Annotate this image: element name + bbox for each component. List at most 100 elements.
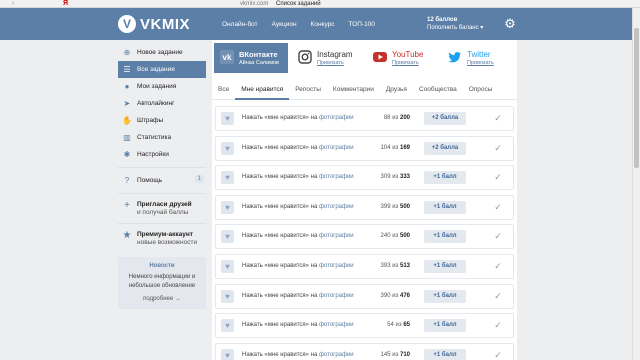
task-row[interactable]: ♥ Нажать «мне нравится» на фотографии 399 … xyxy=(215,194,514,220)
address-bar[interactable]: vkmix.com Список заданий xyxy=(240,0,321,8)
task-reward-button[interactable]: +1 балл xyxy=(424,319,466,333)
sidebar-item-all-tasks[interactable]: ☰ Все задания xyxy=(118,61,206,78)
task-row[interactable]: ♥ Нажать «мне нравится» на фотографии 54 и… xyxy=(215,313,514,339)
check-icon[interactable]: ✓ xyxy=(492,260,504,273)
task-progress: 240 из 500 xyxy=(366,233,410,239)
nav-auction[interactable]: Аукцион xyxy=(272,21,297,28)
task-type-tabs: Все Мне нравится Репосты Комментарии Дру… xyxy=(212,80,517,100)
task-row[interactable]: ♥ Нажать «мне нравится» на фотографии 309 … xyxy=(215,165,514,191)
check-icon[interactable]: ✓ xyxy=(492,201,504,214)
task-target-link[interactable]: фотографии xyxy=(319,352,354,358)
page-scrollbar[interactable] xyxy=(632,8,640,360)
check-icon[interactable]: ✓ xyxy=(492,230,504,243)
task-target-link[interactable]: фотографии xyxy=(319,204,354,210)
sidebar-item-autolike[interactable]: ➤ Автолайкинг xyxy=(118,95,206,112)
service-instagram-link[interactable]: Привязать xyxy=(317,60,344,66)
task-action: Нажать «мне нравится» на xyxy=(242,203,318,210)
sidebar-item-help[interactable]: ? Помощь 1 xyxy=(118,172,206,189)
sidebar-invite-friends[interactable]: + Пригласи друзей и получай баллы xyxy=(118,198,206,219)
sidebar-premium[interactable]: ★ Премиум-аккаунт новые возможности xyxy=(118,228,206,249)
task-row[interactable]: ♥ Нажать «мне нравится» на фотографии 88 и… xyxy=(215,106,514,131)
task-reward-button[interactable]: +1 балл xyxy=(424,289,466,303)
news-title[interactable]: Новости xyxy=(122,262,202,271)
task-action: Нажать «мне нравится» на xyxy=(242,144,318,151)
check-icon[interactable]: ✓ xyxy=(492,112,504,125)
nav-online-bot[interactable]: Онлайн-бот xyxy=(222,21,258,28)
gear-icon[interactable]: ⚙ xyxy=(502,16,518,32)
task-progress: 393 из 513 xyxy=(366,263,410,269)
task-reward-button[interactable]: +1 балл xyxy=(424,200,466,214)
scrollbar-thumb[interactable] xyxy=(634,28,639,168)
task-action: Нажать «мне нравится» на xyxy=(242,262,318,269)
news-text: Немного информации и небольшое обновлени… xyxy=(128,274,196,289)
service-twitter[interactable]: Twitter Привязать xyxy=(442,43,512,73)
task-target-link[interactable]: фотографии xyxy=(319,293,354,299)
service-switcher: vk ВКонтакте Айназ Салимов Instagram При… xyxy=(212,40,517,76)
task-reward-button[interactable]: +1 балл xyxy=(424,230,466,244)
task-target-link[interactable]: фотографии xyxy=(319,263,354,269)
invite-subtitle: и получай баллы xyxy=(137,209,189,216)
logo[interactable]: V VKMIX xyxy=(118,14,190,34)
task-row[interactable]: ♥ Нажать «мне нравится» на фотографии 240 … xyxy=(215,224,514,250)
task-reward-button[interactable]: +1 балл xyxy=(424,171,466,185)
youtube-icon xyxy=(373,52,387,62)
tab-all[interactable]: Все xyxy=(212,80,235,100)
check-icon[interactable]: ✓ xyxy=(492,319,504,332)
task-total-count: 65 xyxy=(403,322,410,329)
task-row[interactable]: ♥ Нажать «мне нравится» на фотографии 104 … xyxy=(215,135,514,161)
task-row[interactable]: ♥ Нажать «мне нравится» на фотографии 393 … xyxy=(215,253,514,279)
news-box: Новости Немного информации и небольшое о… xyxy=(118,257,206,309)
sidebar-item-statistics[interactable]: ▥ Статистика xyxy=(118,129,206,146)
task-reward-button[interactable]: +2 балла xyxy=(424,141,466,155)
back-icon[interactable]: ‹ xyxy=(12,0,14,8)
instagram-icon xyxy=(298,50,312,64)
service-vk[interactable]: vk ВКонтакте Айназ Салимов xyxy=(214,43,288,73)
news-more-link[interactable]: подробнее → xyxy=(122,295,202,304)
service-twitter-link[interactable]: Привязать xyxy=(467,60,494,66)
check-icon[interactable]: ✓ xyxy=(492,142,504,155)
twitter-bird-icon xyxy=(448,52,461,63)
task-row[interactable]: ♥ Нажать «мне нравится» на фотографии 390 … xyxy=(215,283,514,309)
task-target-link[interactable]: фотографии xyxy=(319,115,354,121)
service-youtube[interactable]: YouTube Привязать xyxy=(367,43,437,73)
task-reward-button[interactable]: +1 балл xyxy=(424,259,466,273)
task-total-count: 476 xyxy=(399,292,410,299)
task-of-label: из xyxy=(392,233,399,240)
tab-polls[interactable]: Опросы xyxy=(463,80,499,100)
task-target-link[interactable]: фотографии xyxy=(319,233,354,239)
sidebar-item-label: Штрафы xyxy=(137,117,164,124)
service-instagram[interactable]: Instagram Привязать xyxy=(292,43,364,73)
check-icon[interactable]: ✓ xyxy=(492,349,504,360)
nav-top100[interactable]: ТОП-100 xyxy=(349,21,375,28)
heart-icon: ♥ xyxy=(221,348,234,360)
sidebar-item-my-tasks[interactable]: ● Мои задания xyxy=(118,78,206,95)
balance-topup-link[interactable]: Пополнить баланс ▾ xyxy=(427,24,483,32)
task-target-link[interactable]: фотографии xyxy=(319,322,354,328)
yandex-icon[interactable]: Я xyxy=(63,0,68,8)
tab-communities[interactable]: Сообщества xyxy=(413,80,463,100)
tab-reposts[interactable]: Репосты xyxy=(289,80,327,100)
sidebar-item-new-task[interactable]: ⊕ Новое задание xyxy=(118,44,206,61)
sidebar-item-penalties[interactable]: ✋ Штрафы xyxy=(118,112,206,129)
task-target-link[interactable]: фотографии xyxy=(319,174,354,180)
task-reward-button[interactable]: +1 балл xyxy=(424,348,466,360)
balance-widget[interactable]: 12 баллов Пополнить баланс ▾ xyxy=(427,16,483,32)
task-reward-button[interactable]: +2 балла xyxy=(424,112,466,125)
task-done-count: 399 xyxy=(380,203,391,210)
task-progress: 104 из 169 xyxy=(366,145,410,151)
sidebar-divider xyxy=(118,193,206,194)
tab-friends[interactable]: Друзья xyxy=(380,80,413,100)
check-icon[interactable]: ✓ xyxy=(492,171,504,184)
task-row[interactable]: ♥ Нажать «мне нравится» на фотографии 145 … xyxy=(215,342,514,360)
help-icon: ? xyxy=(124,175,130,185)
task-progress: 390 из 476 xyxy=(366,293,410,299)
task-text: Нажать «мне нравится» на фотографии xyxy=(242,322,354,328)
tab-comments[interactable]: Комментарии xyxy=(327,80,380,100)
task-target-link[interactable]: фотографии xyxy=(319,145,354,151)
tab-likes[interactable]: Мне нравится xyxy=(235,80,290,100)
service-youtube-link[interactable]: Привязать xyxy=(392,60,419,66)
sidebar-item-settings[interactable]: ✱ Настройки xyxy=(118,146,206,163)
check-icon[interactable]: ✓ xyxy=(492,290,504,303)
nav-contest[interactable]: Конкурс xyxy=(311,21,335,28)
heart-icon: ♥ xyxy=(221,289,234,303)
